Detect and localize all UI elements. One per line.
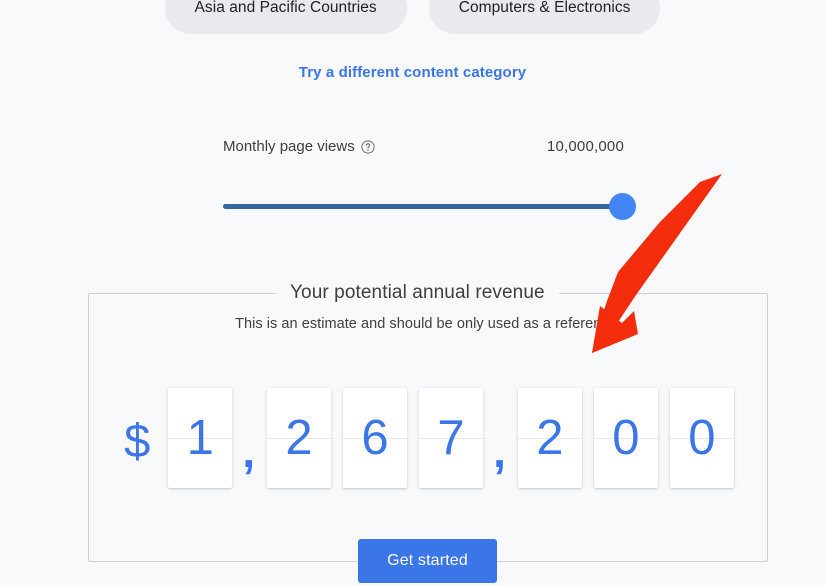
slider-thumb[interactable] xyxy=(609,193,636,220)
digit-value: 6 xyxy=(361,414,388,463)
digit-card: 7 xyxy=(419,388,483,488)
help-circle-icon[interactable] xyxy=(361,140,375,154)
digit-value: 0 xyxy=(688,414,715,463)
revenue-amount-display: $ 1 , 2 6 7 , 2 0 0 xyxy=(89,388,769,488)
digit-value: 0 xyxy=(612,414,639,463)
get-started-button[interactable]: Get started xyxy=(358,539,497,583)
chip-region[interactable]: Asia and Pacific Countries xyxy=(165,0,407,34)
page-views-slider[interactable] xyxy=(223,193,633,223)
digit-value: 1 xyxy=(187,414,214,463)
chip-category-label: Computers & Electronics xyxy=(459,0,631,17)
try-different-category-link[interactable]: Try a different content category xyxy=(0,64,825,81)
monthly-page-views-control: Monthly page views 10,000,000 xyxy=(223,134,633,223)
digit-card: 2 xyxy=(267,388,331,488)
revenue-panel-title: Your potential annual revenue xyxy=(276,282,559,304)
slider-track[interactable] xyxy=(223,204,621,209)
digit-card: 0 xyxy=(670,388,734,488)
slider-label: Monthly page views xyxy=(223,138,355,155)
chip-region-label: Asia and Pacific Countries xyxy=(195,0,377,17)
digit-card: 2 xyxy=(518,388,582,488)
digit-card: 6 xyxy=(343,388,407,488)
slider-label-row: Monthly page views 10,000,000 xyxy=(223,134,633,158)
slider-label-group: Monthly page views xyxy=(223,138,375,155)
digit-card: 0 xyxy=(594,388,658,488)
currency-symbol: $ xyxy=(124,417,150,464)
digit-card: 1 xyxy=(168,388,232,488)
selected-filters-row: Asia and Pacific Countries Computers & E… xyxy=(0,0,825,34)
digit-value: 2 xyxy=(285,414,312,463)
digit-value: 2 xyxy=(536,414,563,463)
digit-group-separator: , xyxy=(493,428,506,474)
digit-group-separator: , xyxy=(242,428,255,474)
digit-value: 7 xyxy=(437,414,464,463)
revenue-disclaimer: This is an estimate and should be only u… xyxy=(89,316,767,332)
potential-revenue-panel: Your potential annual revenue This is an… xyxy=(88,282,768,562)
chip-category[interactable]: Computers & Electronics xyxy=(429,0,661,34)
monthly-page-views-value: 10,000,000 xyxy=(547,138,633,155)
